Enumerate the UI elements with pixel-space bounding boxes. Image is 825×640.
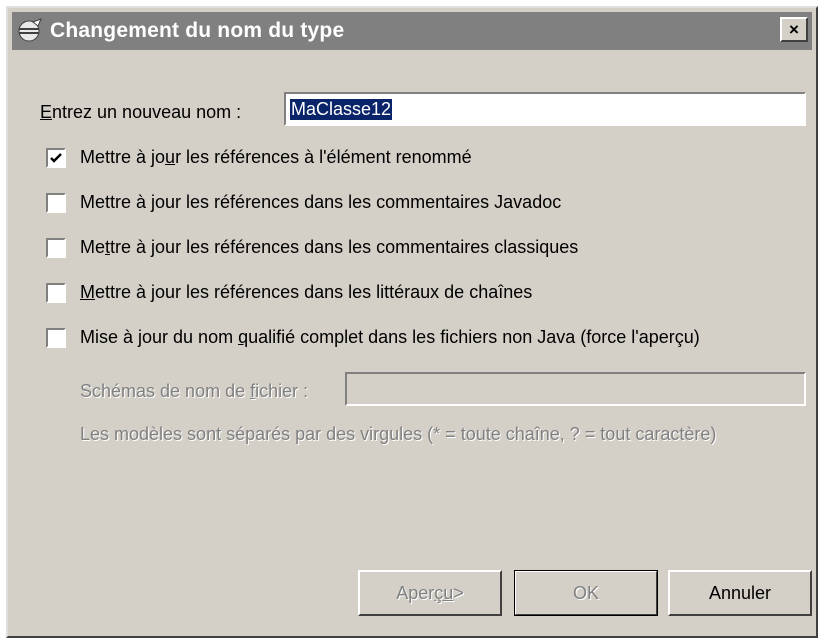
checkbox-update-references[interactable] — [46, 147, 66, 168]
checkbox-update-qualified-name[interactable] — [46, 327, 66, 348]
option-label: Mettre à jour les références dans les li… — [80, 282, 533, 302]
file-pattern-label: Schémas de nom de fichier : — [80, 381, 309, 401]
rename-type-dialog: Changement du nom du type × Entrez un no… — [6, 6, 818, 638]
preview-button[interactable]: Aper çu > — [358, 570, 502, 616]
new-name-value: MaClasse12 — [290, 98, 393, 120]
checkbox-update-strings[interactable] — [46, 282, 66, 303]
option-label: Mettre à jour les références à l'élément… — [80, 147, 472, 167]
eclipse-rename-icon — [18, 18, 42, 42]
option-label: Mettre à jour les références dans les co… — [80, 192, 562, 212]
option-label: Mettre à jour les références dans les co… — [80, 237, 579, 257]
new-name-input[interactable]: MaClasse12 — [284, 92, 806, 126]
checkmark-icon — [50, 152, 62, 163]
option-update-comments[interactable]: Mettre à jour les références dans les co… — [46, 237, 578, 258]
file-pattern-input[interactable] — [345, 372, 806, 406]
dialog-content: Entrez un nouveau nom : MaClasse12 Mettr… — [8, 52, 816, 636]
close-icon: × — [789, 20, 799, 39]
checkbox-update-comments[interactable] — [46, 237, 66, 258]
title-bar[interactable]: Changement du nom du type × — [12, 12, 812, 50]
pattern-hint: Les modèles sont séparés par des virgule… — [80, 424, 717, 444]
cancel-button[interactable]: Annuler — [668, 570, 812, 616]
checkbox-update-javadoc[interactable] — [46, 192, 66, 213]
ok-button[interactable]: OK — [514, 570, 658, 616]
dialog-title: Changement du nom du type — [50, 19, 345, 42]
option-update-javadoc[interactable]: Mettre à jour les références dans les co… — [46, 192, 561, 213]
option-update-references[interactable]: Mettre à jour les références à l'élément… — [46, 147, 472, 168]
option-update-strings[interactable]: Mettre à jour les références dans les li… — [46, 282, 532, 303]
option-label: Mise à jour du nom qualifié complet dans… — [80, 327, 700, 347]
close-button[interactable]: × — [780, 17, 808, 42]
new-name-label: Entrez un nouveau nom : — [40, 102, 242, 122]
option-update-qualified-name[interactable]: Mise à jour du nom qualifié complet dans… — [46, 327, 700, 348]
